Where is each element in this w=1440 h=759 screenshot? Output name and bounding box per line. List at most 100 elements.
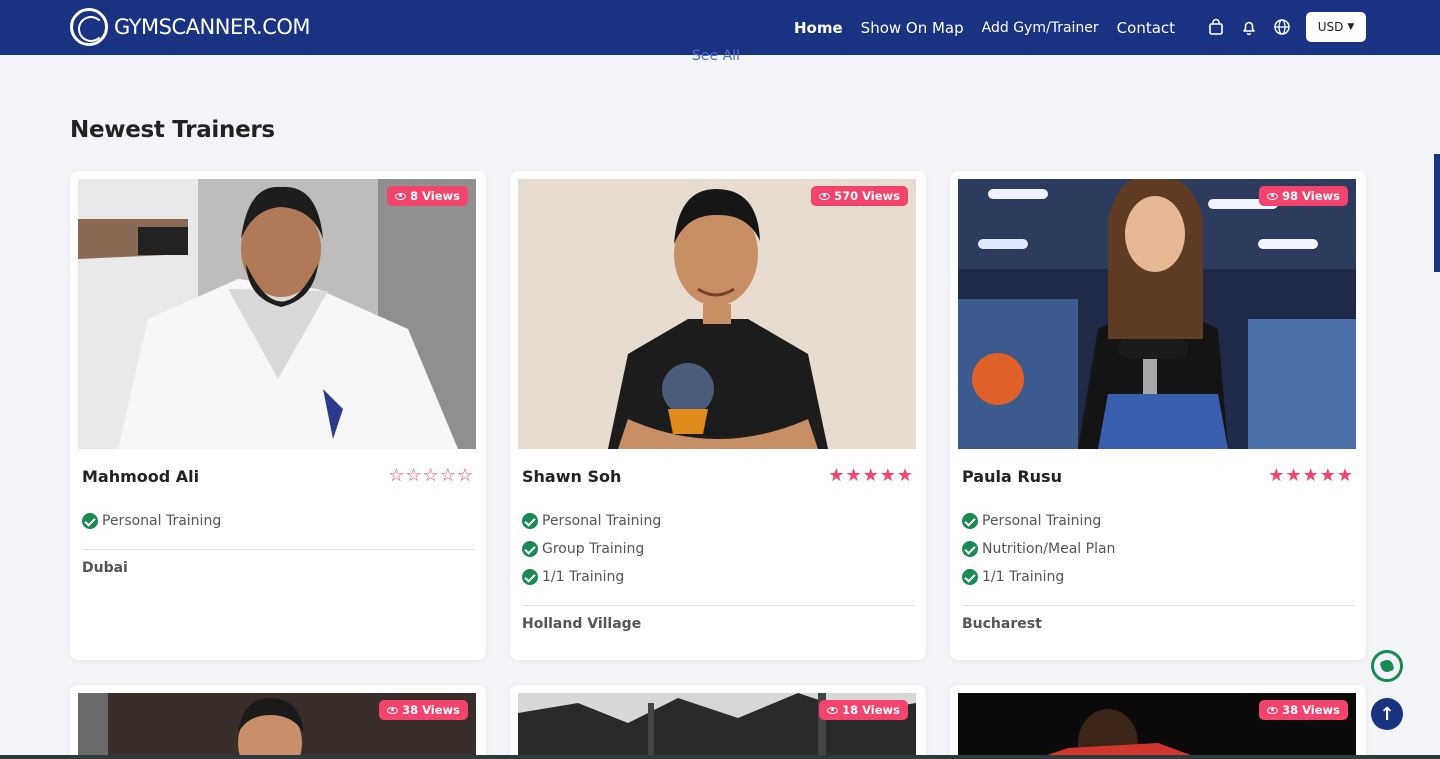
top-navbar: GYMSCANNER.COM Home Show On Map Add Gym/… bbox=[0, 0, 1440, 55]
scroll-indicator bbox=[1434, 154, 1440, 272]
service-list: Personal Training bbox=[82, 507, 221, 535]
service-item: Personal Training bbox=[82, 507, 221, 535]
divider bbox=[522, 605, 914, 606]
check-circle-icon bbox=[522, 513, 538, 529]
eye-icon bbox=[819, 192, 831, 200]
check-circle-icon bbox=[962, 513, 978, 529]
trainer-photo bbox=[518, 179, 916, 449]
currency-value: USD bbox=[1317, 20, 1344, 34]
eye-icon bbox=[1267, 192, 1279, 200]
check-circle-icon bbox=[522, 569, 538, 585]
star-full-icon: ★ bbox=[1268, 465, 1286, 486]
check-circle-icon bbox=[82, 513, 98, 529]
service-item: Personal Training bbox=[522, 507, 661, 535]
check-circle-icon bbox=[522, 541, 538, 557]
eye-icon bbox=[827, 706, 839, 714]
see-all-link[interactable]: See All bbox=[692, 48, 740, 64]
trainer-name[interactable]: Mahmood Ali bbox=[82, 467, 199, 486]
star-rating: ☆☆☆☆☆ bbox=[388, 467, 474, 485]
service-label: Personal Training bbox=[102, 513, 222, 529]
chevron-down-icon: ▼ bbox=[1347, 22, 1355, 32]
views-count: 8 Views bbox=[410, 189, 460, 203]
currency-dropdown[interactable]: USD ▼ bbox=[1306, 12, 1366, 42]
views-count: 18 Views bbox=[842, 703, 900, 717]
nav-home[interactable]: Home bbox=[794, 19, 843, 37]
views-badge: 38 Views bbox=[1259, 700, 1348, 720]
star-empty-icon: ☆ bbox=[388, 465, 406, 486]
logo-ring-icon bbox=[70, 8, 108, 46]
scroll-to-top-button[interactable]: ↑ bbox=[1371, 698, 1403, 730]
star-full-icon: ★ bbox=[1336, 465, 1354, 486]
bell-icon[interactable] bbox=[1240, 18, 1258, 36]
nav-show-on-map[interactable]: Show On Map bbox=[861, 19, 964, 37]
eye-icon bbox=[395, 192, 407, 200]
service-list: Personal Training Group Training 1/1 Tra… bbox=[522, 507, 661, 591]
star-empty-icon: ☆ bbox=[456, 465, 474, 486]
trainer-location: Holland Village bbox=[522, 616, 642, 632]
arrow-up-icon: ↑ bbox=[1379, 703, 1395, 725]
trainer-location: Bucharest bbox=[962, 616, 1042, 632]
globe-icon[interactable] bbox=[1273, 18, 1291, 36]
trainer-location: Dubai bbox=[82, 560, 128, 576]
service-label: 1/1 Training bbox=[542, 569, 625, 585]
star-full-icon: ★ bbox=[862, 465, 880, 486]
trainer-name[interactable]: Shawn Soh bbox=[522, 467, 621, 486]
star-empty-icon: ☆ bbox=[422, 465, 440, 486]
service-item: Nutrition/Meal Plan bbox=[962, 535, 1115, 563]
views-count: 570 Views bbox=[834, 189, 900, 203]
trainer-card[interactable]: 570 Views Shawn Soh ★★★★★ Personal Train… bbox=[510, 171, 926, 660]
service-list: Personal Training Nutrition/Meal Plan 1/… bbox=[962, 507, 1115, 591]
trainer-card[interactable]: 98 Views Paula Rusu ★★★★★ Personal Train… bbox=[950, 171, 1366, 660]
star-full-icon: ★ bbox=[879, 465, 897, 486]
service-label: 1/1 Training bbox=[982, 569, 1065, 585]
divider bbox=[962, 605, 1354, 606]
divider bbox=[82, 549, 474, 550]
views-badge: 8 Views bbox=[387, 186, 468, 206]
star-full-icon: ★ bbox=[845, 465, 863, 486]
views-count: 98 Views bbox=[1282, 189, 1340, 203]
service-label: Nutrition/Meal Plan bbox=[982, 541, 1116, 557]
eye-icon bbox=[387, 706, 399, 714]
whatsapp-icon bbox=[1379, 658, 1395, 674]
section-title: Newest Trainers bbox=[70, 117, 275, 143]
service-item: 1/1 Training bbox=[522, 563, 661, 591]
nav-add-gym-trainer[interactable]: Add Gym/Trainer bbox=[982, 20, 1099, 36]
star-full-icon: ★ bbox=[1285, 465, 1303, 486]
star-rating: ★★★★★ bbox=[1268, 467, 1354, 485]
trainer-card[interactable]: 38 Views bbox=[70, 685, 486, 759]
shopping-bag-icon[interactable] bbox=[1207, 18, 1225, 36]
service-label: Personal Training bbox=[982, 513, 1102, 529]
trainer-name[interactable]: Paula Rusu bbox=[962, 467, 1062, 486]
service-item: Personal Training bbox=[962, 507, 1115, 535]
views-count: 38 Views bbox=[1282, 703, 1340, 717]
star-empty-icon: ☆ bbox=[439, 465, 457, 486]
trainer-card[interactable]: 38 Views bbox=[950, 685, 1366, 759]
eye-icon bbox=[1267, 706, 1279, 714]
brand-logo[interactable]: GYMSCANNER.COM bbox=[70, 8, 311, 46]
views-badge: 570 Views bbox=[811, 186, 908, 206]
trainer-card[interactable]: 18 Views bbox=[510, 685, 926, 759]
brand-name: GYMSCANNER.COM bbox=[114, 15, 311, 39]
star-full-icon: ★ bbox=[1319, 465, 1337, 486]
check-circle-icon bbox=[962, 541, 978, 557]
trainer-card[interactable]: 8 Views Mahmood Ali ☆☆☆☆☆ Personal Train… bbox=[70, 171, 486, 660]
nav-links: Home Show On Map Add Gym/Trainer Contact bbox=[794, 0, 1193, 55]
star-full-icon: ★ bbox=[896, 465, 914, 486]
trainer-photo bbox=[958, 179, 1356, 449]
star-rating: ★★★★★ bbox=[828, 467, 914, 485]
whatsapp-button[interactable] bbox=[1371, 650, 1403, 682]
trainer-photo bbox=[78, 179, 476, 449]
views-badge: 18 Views bbox=[819, 700, 908, 720]
nav-contact[interactable]: Contact bbox=[1117, 19, 1175, 37]
views-badge: 38 Views bbox=[379, 700, 468, 720]
service-label: Personal Training bbox=[542, 513, 662, 529]
check-circle-icon bbox=[962, 569, 978, 585]
service-item: 1/1 Training bbox=[962, 563, 1115, 591]
star-full-icon: ★ bbox=[828, 465, 846, 486]
star-empty-icon: ☆ bbox=[405, 465, 423, 486]
bottom-bar bbox=[0, 755, 1440, 759]
service-label: Group Training bbox=[542, 541, 645, 557]
views-count: 38 Views bbox=[402, 703, 460, 717]
star-full-icon: ★ bbox=[1302, 465, 1320, 486]
service-item: Group Training bbox=[522, 535, 661, 563]
